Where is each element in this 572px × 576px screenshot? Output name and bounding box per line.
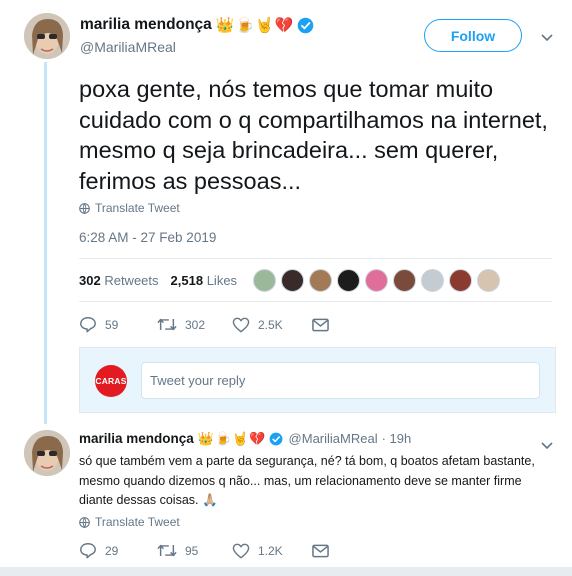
translate-label: Translate Tweet: [95, 201, 180, 215]
reply-composer: CARAS Tweet your reply: [79, 347, 556, 413]
likes-count: 2,518: [170, 272, 204, 288]
reply-display-name[interactable]: marilia mendonça: [79, 431, 194, 446]
name-emojis: 👑 🍺 🤘 💔: [216, 18, 294, 33]
next-tweet-edge: [0, 568, 572, 576]
liker-avatar[interactable]: [281, 268, 305, 292]
liker-avatar[interactable]: [337, 268, 361, 292]
reply-name-emojis: 👑 🍺 🤘 💔: [198, 432, 266, 445]
reply-action[interactable]: 59: [79, 316, 157, 333]
reply-handle[interactable]: @MariliaMReal: [289, 431, 378, 446]
heart-icon: [232, 543, 250, 558]
liker-avatar[interactable]: [309, 268, 333, 292]
verified-badge-icon: [297, 17, 314, 34]
crown-emoji: 👑: [197, 431, 214, 446]
retweet-count: 302: [185, 317, 206, 332]
likes-stat[interactable]: 2,518 Likes: [171, 273, 238, 288]
timestamp[interactable]: 6:28 AM - 27 Feb 2019: [79, 230, 216, 245]
retweet-action[interactable]: 95: [157, 543, 232, 558]
reply-count: 59: [105, 317, 119, 332]
translate-tweet-link[interactable]: Translate Tweet: [79, 201, 180, 215]
like-count: 1.2K: [258, 543, 283, 558]
like-action[interactable]: 2.5K: [232, 317, 312, 333]
broken-heart-emoji: 💔: [274, 16, 294, 34]
globe-icon: [79, 202, 90, 214]
retweets-count: 302: [79, 272, 101, 288]
like-count: 2.5K: [258, 317, 283, 332]
retweets-stat[interactable]: 302 Retweets: [79, 273, 159, 288]
reply-icon: [80, 317, 96, 333]
crown-emoji: 👑: [215, 16, 235, 34]
reply-actions: 29 95 1.2K: [79, 542, 337, 559]
liker-avatar[interactable]: [365, 268, 389, 292]
retweet-count: 95: [185, 543, 199, 558]
liker-avatar[interactable]: [393, 268, 417, 292]
retweets-label: Retweets: [104, 272, 159, 288]
broken-heart-emoji: 💔: [249, 431, 266, 446]
tweet-actions: 59 302 2.5K: [79, 316, 337, 333]
reply-avatar[interactable]: [24, 430, 70, 476]
engagement-stats: 302 Retweets 2,518 Likes: [79, 258, 552, 302]
reply-icon: [80, 543, 96, 559]
reply-action[interactable]: 29: [79, 542, 157, 559]
chevron-down-icon[interactable]: [541, 437, 553, 455]
heart-icon: [232, 317, 250, 332]
direct-message-action[interactable]: [312, 544, 337, 558]
globe-icon: [79, 516, 90, 528]
reply-count: 29: [105, 543, 119, 558]
like-action[interactable]: 1.2K: [232, 543, 312, 559]
liker-avatar[interactable]: [421, 268, 445, 292]
rock-hand-emoji: 🤘: [255, 16, 274, 34]
chevron-down-icon[interactable]: [541, 29, 553, 47]
author-name-row: marilia mendonça 👑 🍺 🤘 💔: [80, 16, 314, 34]
retweet-icon: [157, 318, 177, 331]
beer-emoji: 🍺: [235, 16, 255, 34]
thread-connector: [44, 62, 47, 424]
rock-hand-emoji: 🤘: [232, 431, 249, 446]
likes-label: Likes: [206, 272, 238, 288]
tweet-text: poxa gente, nós temos que tomar muito cu…: [79, 76, 548, 194]
caras-logo-text: CARAS: [95, 376, 127, 386]
translate-label: Translate Tweet: [95, 515, 180, 529]
follow-button[interactable]: Follow: [424, 19, 522, 52]
liker-avatar[interactable]: [253, 268, 277, 292]
handle[interactable]: @MariliaMReal: [80, 39, 176, 55]
envelope-icon: [312, 318, 329, 331]
display-name[interactable]: marilia mendonça: [80, 16, 212, 34]
reply-input[interactable]: Tweet your reply: [141, 362, 540, 399]
beer-emoji: 🍺: [214, 431, 232, 446]
reply-time[interactable]: · 19h: [382, 431, 412, 446]
retweet-icon: [157, 544, 177, 557]
liker-avatar[interactable]: [449, 268, 473, 292]
reply-text: só que também vem a parte da segurança, …: [79, 454, 535, 507]
liker-avatars: [253, 268, 505, 292]
liker-avatar[interactable]: [477, 268, 501, 292]
reply-translate-link[interactable]: Translate Tweet: [79, 515, 180, 529]
envelope-icon: [312, 544, 329, 557]
direct-message-action[interactable]: [312, 318, 337, 332]
retweet-action[interactable]: 302: [157, 317, 232, 332]
verified-badge-icon: [269, 432, 283, 446]
reply-author-row: marilia mendonça 👑 🍺 🤘 💔 @MariliaMReal ·…: [79, 431, 411, 446]
current-user-avatar[interactable]: CARAS: [95, 365, 127, 397]
avatar[interactable]: [24, 13, 70, 59]
